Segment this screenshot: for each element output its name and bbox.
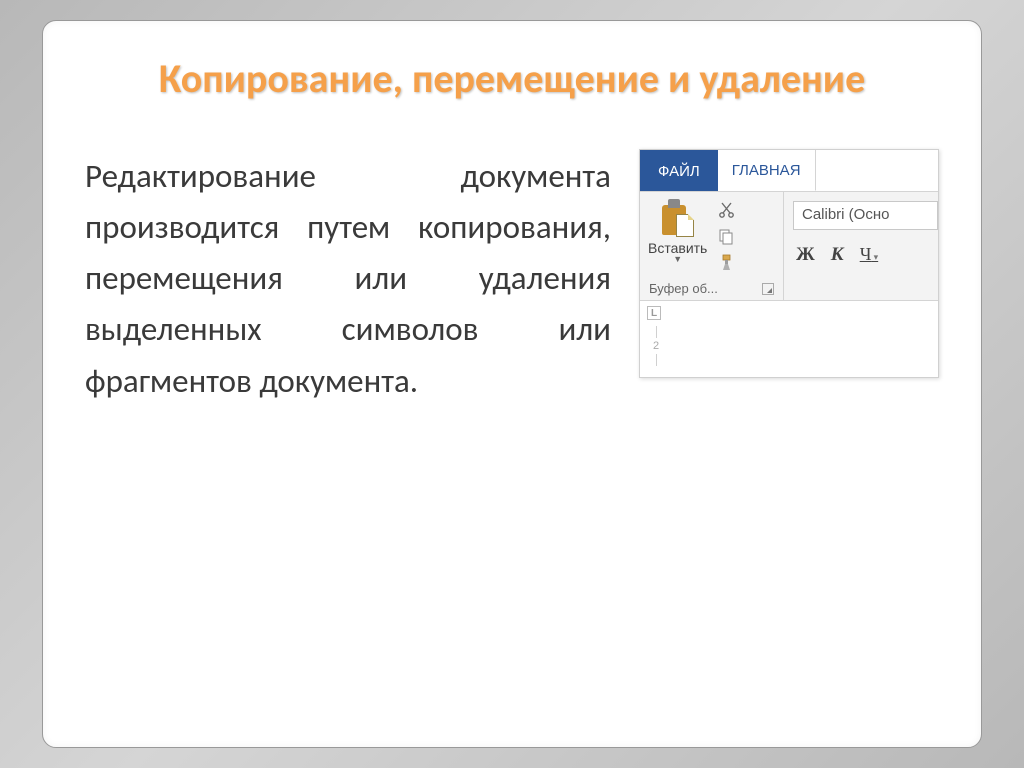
- clipboard-top: Вставить ▼: [645, 198, 778, 272]
- paste-icon: [662, 199, 694, 237]
- content-row: Редактирование документа производится пу…: [85, 149, 939, 407]
- slide-frame: Копирование, перемещение и удаление Реда…: [42, 20, 982, 748]
- ribbon-body: Вставить ▼: [640, 191, 938, 300]
- clipboard-group-label-row: Буфер об...: [645, 280, 778, 300]
- doc-left-gutter: L 2: [647, 306, 665, 377]
- clipboard-group-label: Буфер об...: [649, 281, 718, 296]
- paste-button[interactable]: Вставить ▼: [645, 198, 710, 272]
- tab-file[interactable]: ФАЙЛ: [640, 150, 718, 191]
- corner-marker: L: [647, 306, 661, 320]
- bold-button[interactable]: Ж: [796, 244, 815, 266]
- body-text: Редактирование документа производится пу…: [85, 149, 611, 407]
- tab-home[interactable]: ГЛАВНАЯ: [718, 150, 816, 191]
- format-painter-icon[interactable]: [716, 252, 736, 272]
- font-group: Calibri (Осно Ж К Ч: [784, 192, 938, 300]
- clipboard-group: Вставить ▼: [640, 192, 784, 300]
- underline-button[interactable]: Ч: [860, 244, 878, 265]
- copy-icon[interactable]: [716, 226, 736, 246]
- clipboard-dialog-launcher[interactable]: [762, 283, 774, 295]
- word-ribbon-screenshot: ФАЙЛ ГЛАВНАЯ: [639, 149, 939, 378]
- font-name-value: Calibri (Осно: [802, 206, 889, 223]
- ribbon-tabs: ФАЙЛ ГЛАВНАЯ: [640, 150, 938, 191]
- tab-home-label: ГЛАВНАЯ: [732, 162, 801, 179]
- font-name-combo[interactable]: Calibri (Осно: [793, 201, 938, 230]
- ruler-number: 2: [653, 340, 659, 352]
- cut-icon[interactable]: [716, 200, 736, 220]
- document-area: L 2: [640, 300, 938, 377]
- tab-file-label: ФАЙЛ: [658, 163, 700, 180]
- font-format-row: Ж К Ч: [793, 244, 938, 266]
- paste-dropdown-arrow[interactable]: ▼: [673, 255, 682, 264]
- clipboard-small-icons: [716, 198, 736, 272]
- slide-title: Копирование, перемещение и удаление: [85, 53, 939, 105]
- italic-button[interactable]: К: [831, 244, 844, 266]
- vertical-ruler: 2: [647, 326, 665, 366]
